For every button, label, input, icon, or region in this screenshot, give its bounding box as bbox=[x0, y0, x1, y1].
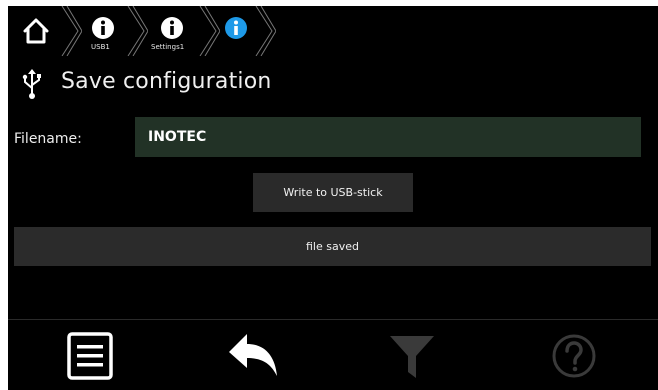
breadcrumb-separator bbox=[199, 6, 220, 56]
breadcrumb: USB1 Settings1 bbox=[8, 6, 658, 56]
usb-icon bbox=[22, 69, 41, 99]
status-text: file saved bbox=[306, 240, 359, 253]
breadcrumb-separator bbox=[61, 6, 82, 56]
filter-button[interactable] bbox=[384, 328, 440, 384]
breadcrumb-item-home[interactable] bbox=[8, 6, 68, 56]
help-button[interactable] bbox=[546, 328, 602, 384]
help-icon bbox=[552, 334, 596, 378]
back-button[interactable] bbox=[225, 328, 281, 384]
page-header: Save configuration bbox=[8, 66, 658, 102]
filename-label: Filename: bbox=[14, 131, 82, 147]
bottom-toolbar bbox=[8, 319, 658, 390]
breadcrumb-label: Settings1 bbox=[151, 43, 185, 51]
status-message: file saved bbox=[14, 227, 651, 266]
device-screen: USB1 Settings1 Save configuration Filena… bbox=[8, 6, 658, 390]
breadcrumb-separator bbox=[127, 6, 148, 56]
info-icon bbox=[161, 17, 183, 39]
back-arrow-icon bbox=[229, 334, 277, 376]
breadcrumb-separator bbox=[255, 6, 276, 56]
info-icon bbox=[92, 17, 114, 39]
breadcrumb-label: USB1 bbox=[91, 43, 110, 51]
home-icon bbox=[23, 18, 49, 44]
filename-field[interactable] bbox=[135, 117, 641, 157]
menu-list-icon bbox=[67, 332, 113, 380]
info-icon-active bbox=[225, 17, 247, 39]
page-title: Save configuration bbox=[61, 69, 272, 94]
menu-button[interactable] bbox=[62, 328, 118, 384]
write-to-usb-button[interactable]: Write to USB-stick bbox=[253, 173, 413, 212]
filter-icon bbox=[390, 336, 434, 378]
